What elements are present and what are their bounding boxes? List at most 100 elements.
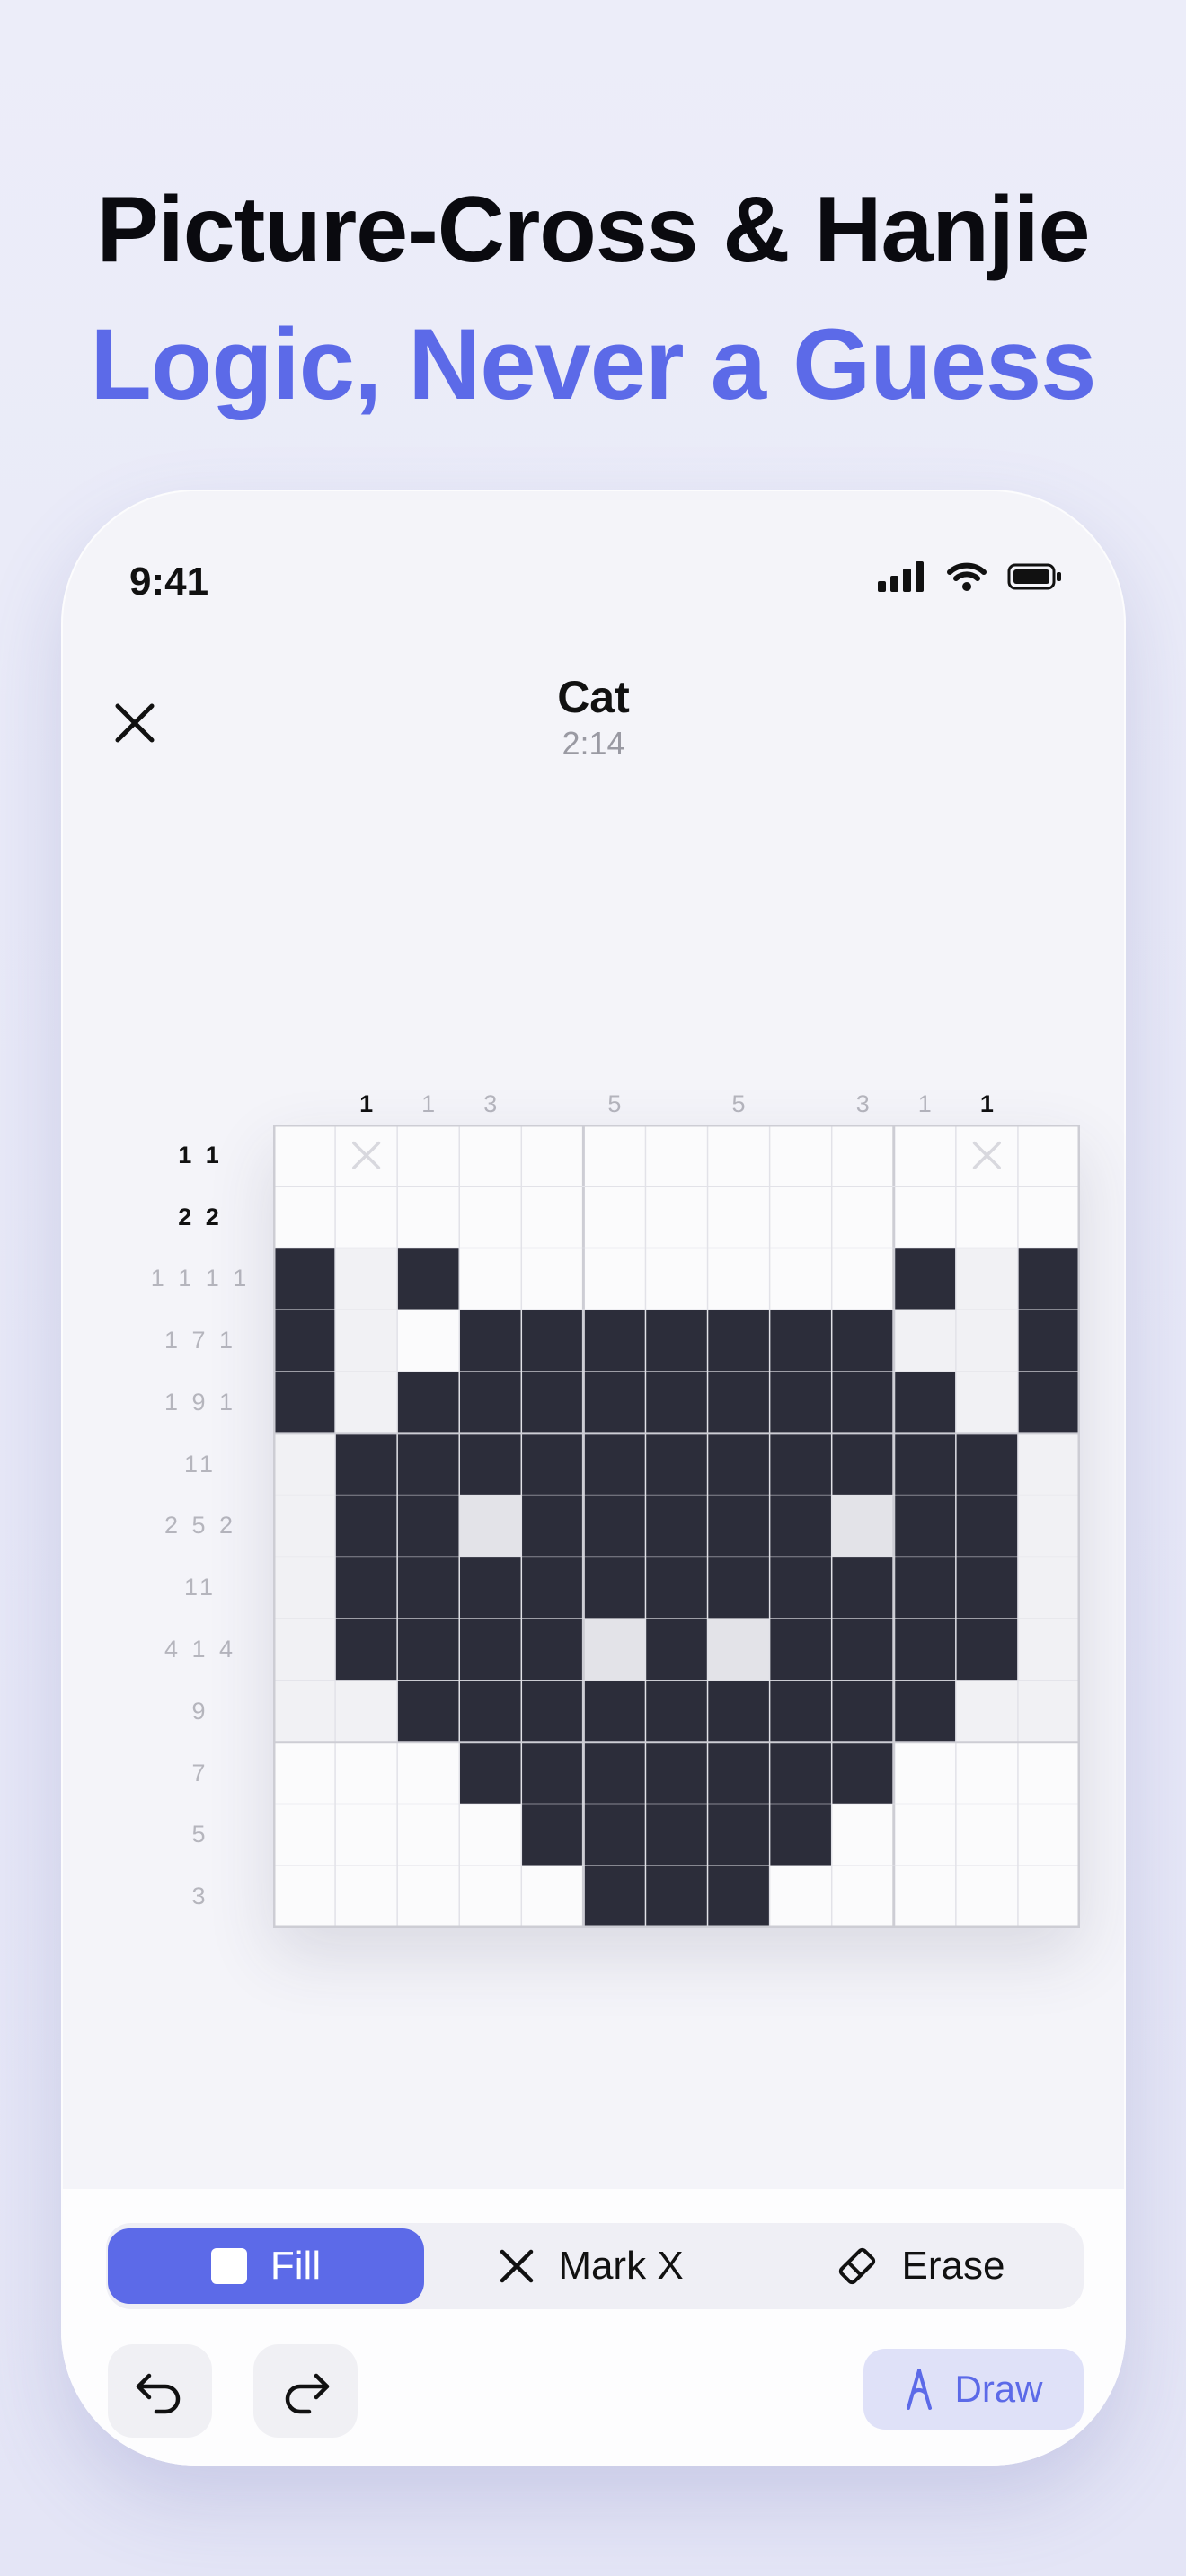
filled-cell[interactable] xyxy=(583,1866,646,1928)
filled-cell[interactable] xyxy=(397,1433,460,1495)
filled-cell[interactable] xyxy=(645,1866,708,1928)
grid-cell[interactable] xyxy=(397,1125,460,1187)
grid-cell[interactable] xyxy=(521,1186,584,1248)
grid-cell[interactable] xyxy=(583,1248,646,1310)
filled-cell[interactable] xyxy=(521,1742,584,1804)
filled-cell[interactable] xyxy=(459,1310,522,1372)
grid-cell[interactable] xyxy=(397,1866,460,1928)
filled-cell[interactable] xyxy=(831,1310,894,1372)
filled-cell[interactable] xyxy=(645,1310,708,1372)
grid-cell[interactable] xyxy=(769,1125,832,1187)
grid-cell[interactable] xyxy=(955,1372,1018,1434)
filled-cell[interactable] xyxy=(707,1557,770,1619)
filled-cell[interactable] xyxy=(955,1495,1018,1557)
filled-cell[interactable] xyxy=(893,1619,956,1681)
filled-cell[interactable] xyxy=(769,1310,832,1372)
filled-cell[interactable] xyxy=(831,1680,894,1742)
grid-cell[interactable] xyxy=(459,1866,522,1928)
grid-cell[interactable] xyxy=(1017,1680,1080,1742)
grid-cell[interactable] xyxy=(707,1125,770,1187)
grid-cell[interactable] xyxy=(273,1866,336,1928)
filled-cell[interactable] xyxy=(893,1372,956,1434)
filled-cell[interactable] xyxy=(273,1372,336,1434)
grid-cell[interactable] xyxy=(645,1248,708,1310)
filled-cell[interactable] xyxy=(893,1495,956,1557)
filled-cell[interactable] xyxy=(1017,1248,1080,1310)
grid-cell[interactable] xyxy=(893,1804,956,1866)
filled-cell[interactable] xyxy=(831,1619,894,1681)
grid-cell[interactable] xyxy=(893,1186,956,1248)
filled-cell[interactable] xyxy=(831,1433,894,1495)
filled-cell[interactable] xyxy=(583,1372,646,1434)
grid-cell[interactable] xyxy=(769,1248,832,1310)
grid-cell[interactable] xyxy=(335,1310,398,1372)
grid-cell[interactable] xyxy=(955,1866,1018,1928)
grid-cell[interactable] xyxy=(831,1866,894,1928)
filled-cell[interactable] xyxy=(583,1742,646,1804)
filled-cell[interactable] xyxy=(459,1433,522,1495)
filled-cell[interactable] xyxy=(459,1619,522,1681)
filled-cell[interactable] xyxy=(769,1433,832,1495)
grid-cell[interactable] xyxy=(955,1248,1018,1310)
filled-cell[interactable] xyxy=(769,1619,832,1681)
filled-cell[interactable] xyxy=(769,1372,832,1434)
grid-cell[interactable] xyxy=(273,1804,336,1866)
draw-button[interactable]: Draw xyxy=(863,2349,1084,2430)
grid-cell[interactable] xyxy=(955,1186,1018,1248)
grid-cell[interactable] xyxy=(459,1125,522,1187)
grid-cell[interactable] xyxy=(1017,1866,1080,1928)
grid-cell[interactable] xyxy=(893,1866,956,1928)
filled-cell[interactable] xyxy=(645,1804,708,1866)
filled-cell[interactable] xyxy=(831,1742,894,1804)
grid-cell[interactable] xyxy=(893,1310,956,1372)
filled-cell[interactable] xyxy=(769,1804,832,1866)
filled-cell[interactable] xyxy=(955,1557,1018,1619)
grid-cell[interactable] xyxy=(521,1125,584,1187)
grid-cell[interactable] xyxy=(955,1742,1018,1804)
filled-cell[interactable] xyxy=(645,1742,708,1804)
filled-cell[interactable] xyxy=(521,1804,584,1866)
grid-cell[interactable] xyxy=(273,1125,336,1187)
filled-cell[interactable] xyxy=(335,1495,398,1557)
filled-cell[interactable] xyxy=(707,1804,770,1866)
grid-cell[interactable] xyxy=(645,1125,708,1187)
grid-cell[interactable] xyxy=(459,1186,522,1248)
filled-cell[interactable] xyxy=(893,1680,956,1742)
filled-cell[interactable] xyxy=(893,1557,956,1619)
filled-cell[interactable] xyxy=(955,1619,1018,1681)
grid-cell[interactable] xyxy=(397,1804,460,1866)
filled-cell[interactable] xyxy=(521,1557,584,1619)
grid-cell[interactable] xyxy=(1017,1619,1080,1681)
filled-cell[interactable] xyxy=(459,1742,522,1804)
grid-cell[interactable] xyxy=(955,1680,1018,1742)
filled-cell[interactable] xyxy=(335,1433,398,1495)
grid-cell[interactable] xyxy=(831,1248,894,1310)
grid-cell[interactable] xyxy=(831,1495,894,1557)
grid-cell[interactable] xyxy=(831,1186,894,1248)
filled-cell[interactable] xyxy=(397,1248,460,1310)
filled-cell[interactable] xyxy=(1017,1310,1080,1372)
filled-cell[interactable] xyxy=(459,1372,522,1434)
filled-cell[interactable] xyxy=(521,1680,584,1742)
grid-cell[interactable] xyxy=(955,1804,1018,1866)
puzzle-grid[interactable] xyxy=(273,1125,1080,1928)
erase-mode-button[interactable]: Erase xyxy=(762,2228,1078,2304)
filled-cell[interactable] xyxy=(397,1680,460,1742)
filled-cell[interactable] xyxy=(335,1557,398,1619)
filled-cell[interactable] xyxy=(769,1742,832,1804)
mark-x-mode-button[interactable]: Mark X xyxy=(438,2228,744,2304)
grid-cell[interactable] xyxy=(459,1495,522,1557)
filled-cell[interactable] xyxy=(397,1495,460,1557)
grid-cell[interactable] xyxy=(583,1619,646,1681)
filled-cell[interactable] xyxy=(583,1310,646,1372)
grid-cell[interactable] xyxy=(335,1680,398,1742)
filled-cell[interactable] xyxy=(707,1433,770,1495)
grid-cell[interactable] xyxy=(1017,1433,1080,1495)
grid-cell[interactable] xyxy=(273,1742,336,1804)
grid-cell[interactable] xyxy=(459,1248,522,1310)
filled-cell[interactable] xyxy=(583,1495,646,1557)
fill-mode-button[interactable]: Fill xyxy=(108,2228,424,2304)
filled-cell[interactable] xyxy=(1017,1372,1080,1434)
grid-cell[interactable] xyxy=(583,1125,646,1187)
grid-cell[interactable] xyxy=(769,1866,832,1928)
